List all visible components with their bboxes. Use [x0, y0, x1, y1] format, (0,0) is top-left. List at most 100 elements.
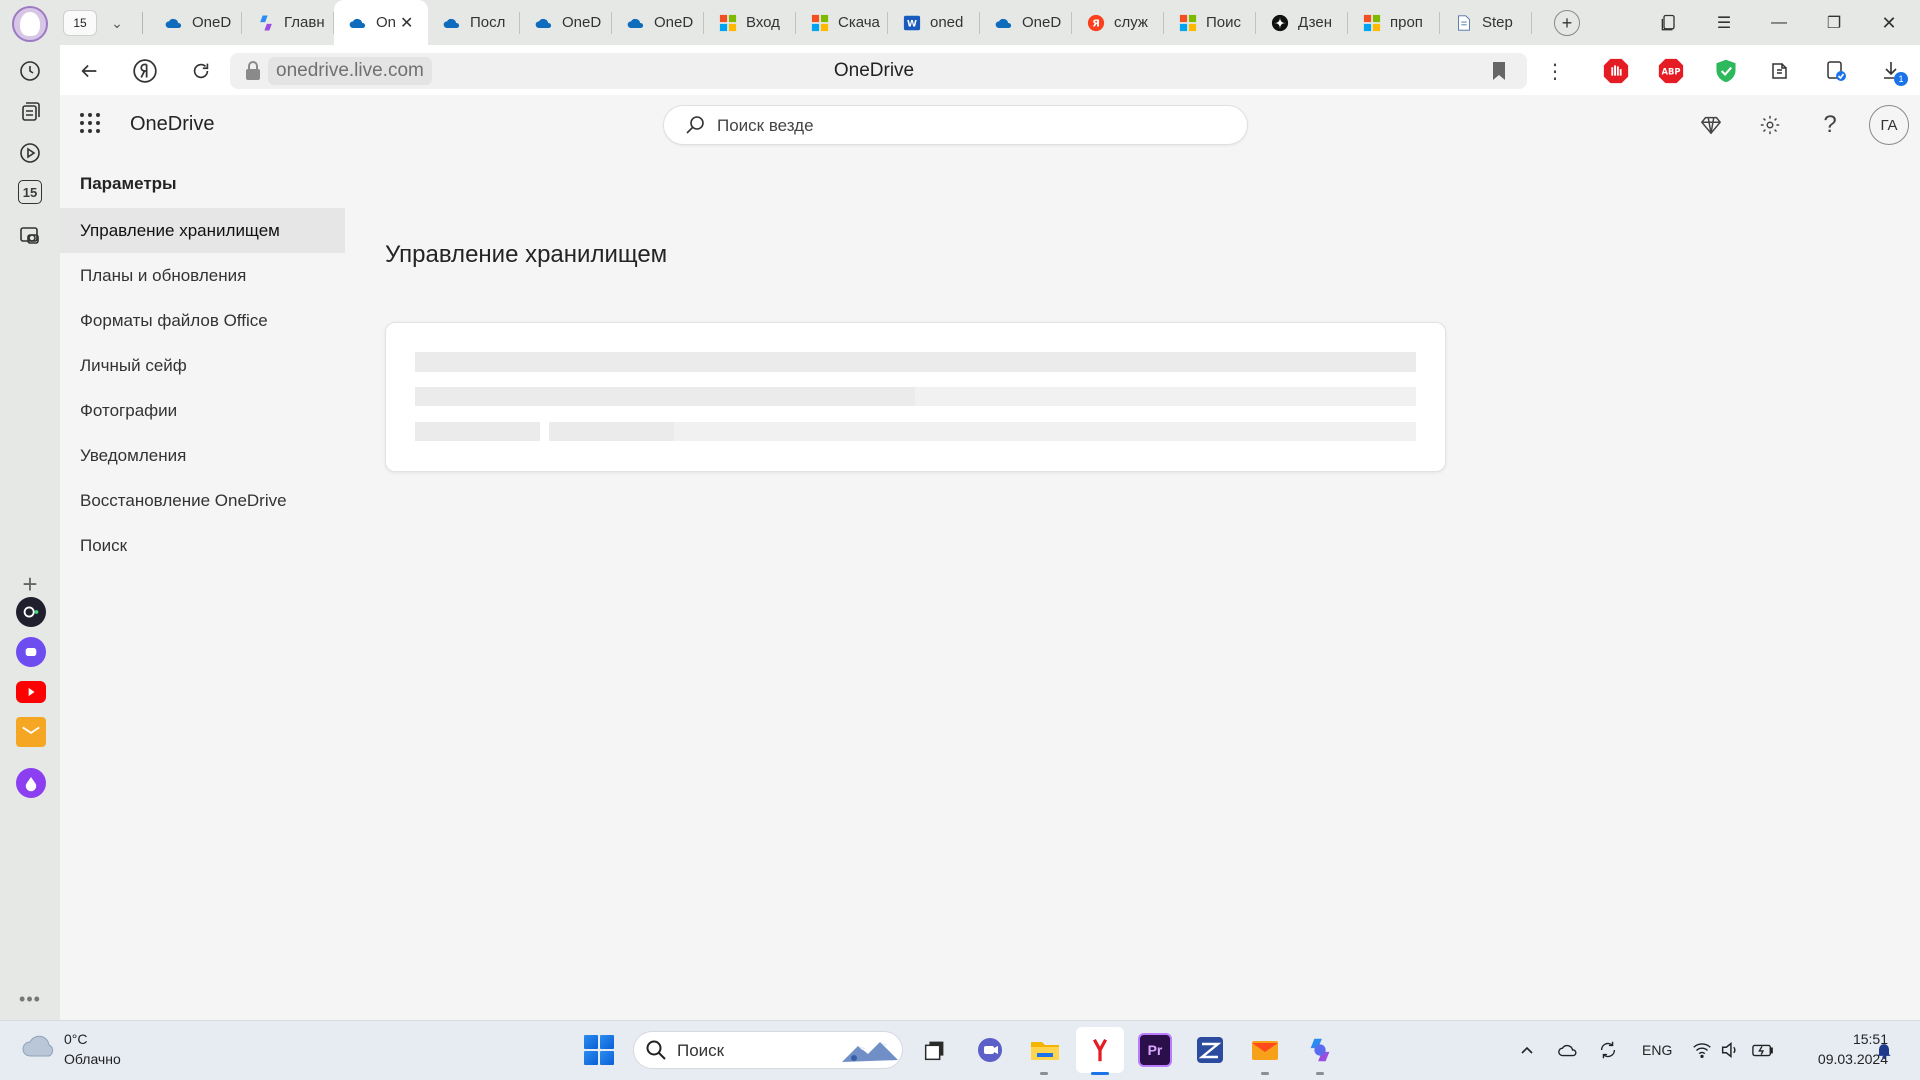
- tab-counter[interactable]: 15: [63, 10, 97, 36]
- tab-label: служ: [1114, 14, 1148, 31]
- sidebar-item[interactable]: Личный сейф: [60, 343, 345, 388]
- sync-icon[interactable]: [1596, 1038, 1620, 1062]
- tab-separator: [142, 12, 143, 34]
- premiere-pro-icon[interactable]: Pr: [1138, 1033, 1172, 1067]
- download-count-badge: 1: [1894, 72, 1908, 86]
- dzen-icon: [1270, 13, 1290, 33]
- language-indicator[interactable]: ENG: [1642, 1042, 1672, 1058]
- browser-tab[interactable]: OneD: [520, 0, 612, 45]
- notification-bell-icon[interactable]: [1872, 1038, 1896, 1062]
- shield-icon[interactable]: [1711, 56, 1741, 86]
- back-arrow-icon[interactable]: [74, 56, 104, 86]
- yandex-mail-icon[interactable]: [1248, 1033, 1282, 1067]
- close-window-icon[interactable]: ✕: [1874, 8, 1904, 38]
- sidebar-item[interactable]: Поиск: [60, 523, 345, 568]
- minimize-icon[interactable]: —: [1764, 8, 1794, 38]
- cloud-icon[interactable]: [20, 1032, 58, 1062]
- sidebar-item[interactable]: Фотографии: [60, 388, 345, 433]
- app-brand[interactable]: OneDrive: [130, 113, 214, 136]
- browser-tab[interactable]: Главн: [242, 0, 334, 45]
- downloads-icon[interactable]: 1: [1876, 56, 1908, 86]
- browser-tab[interactable]: Яслуж: [1072, 0, 1164, 45]
- browser-tab[interactable]: OneD: [612, 0, 704, 45]
- extension-icon[interactable]: [1766, 56, 1796, 86]
- new-tab-button[interactable]: +: [1554, 10, 1580, 36]
- messenger-icon[interactable]: [16, 637, 46, 667]
- word-icon: W: [902, 13, 922, 33]
- abp-icon[interactable]: ABP: [1656, 56, 1686, 86]
- teams-chat-icon[interactable]: [973, 1033, 1007, 1067]
- chevron-up-icon[interactable]: [1515, 1038, 1539, 1062]
- yandex-browser-icon[interactable]: [1076, 1027, 1124, 1073]
- onedrive-icon: [994, 13, 1014, 33]
- sidebar-item[interactable]: Планы и обновления: [60, 253, 345, 298]
- history-icon[interactable]: [16, 57, 44, 85]
- add-panel-icon[interactable]: +: [16, 569, 44, 599]
- reload-icon[interactable]: [186, 56, 216, 86]
- browser-tab[interactable]: Поис: [1164, 0, 1256, 45]
- browser-tab[interactable]: Вход: [704, 0, 796, 45]
- onedrive-tray-icon[interactable]: [1556, 1038, 1580, 1062]
- tab-strip: OneD Главн On ✕ Посл OneD OneD Вход Скача Woned On…: [150, 0, 1532, 45]
- restore-icon[interactable]: ❐: [1819, 8, 1849, 38]
- tab-label: Вход: [746, 14, 780, 31]
- weather-description[interactable]: Облачно: [64, 1051, 121, 1067]
- wifi-icon[interactable]: [1690, 1038, 1714, 1062]
- browser-tab[interactable]: проп: [1348, 0, 1440, 45]
- browser-tab[interactable]: Скача: [796, 0, 888, 45]
- app-launcher-icon[interactable]: [80, 113, 100, 133]
- svg-text:Я: Я: [1092, 18, 1100, 29]
- task-view-icon[interactable]: [918, 1033, 952, 1067]
- browser-tab[interactable]: Step: [1440, 0, 1532, 45]
- alice-assistant-icon[interactable]: [16, 768, 46, 798]
- more-icon[interactable]: •••: [16, 985, 44, 1013]
- help-icon[interactable]: ?: [1816, 111, 1844, 139]
- lock-icon[interactable]: [244, 61, 262, 81]
- battery-icon[interactable]: [1751, 1038, 1775, 1062]
- screenshot-icon[interactable]: [16, 221, 44, 249]
- play-icon[interactable]: [16, 139, 44, 167]
- yandex-home-icon[interactable]: [130, 56, 160, 86]
- tab-label: Дзен: [1298, 14, 1332, 31]
- windows-start-icon[interactable]: [584, 1035, 614, 1065]
- translate-check-icon[interactable]: [1821, 56, 1851, 86]
- sidebar-item[interactable]: Форматы файлов Office: [60, 298, 345, 343]
- microsoft-icon: [1178, 13, 1198, 33]
- collections-icon[interactable]: [16, 98, 44, 126]
- browser-tab[interactable]: On ✕: [334, 0, 428, 45]
- skeleton-line: [674, 422, 1416, 441]
- weather-temperature[interactable]: 0°C: [64, 1031, 88, 1047]
- youtube-icon[interactable]: [16, 681, 46, 703]
- close-tab-icon[interactable]: ✕: [400, 13, 413, 33]
- profile-avatar[interactable]: [12, 6, 48, 42]
- bookmark-icon[interactable]: [1488, 58, 1510, 84]
- search-placeholder: Поиск везде: [717, 116, 814, 135]
- sidebar-item[interactable]: Управление хранилищем: [60, 208, 345, 253]
- copilot-icon[interactable]: [1303, 1033, 1337, 1067]
- windows-taskbar: [0, 1020, 1920, 1080]
- calendar-icon[interactable]: 15: [18, 180, 42, 204]
- mail-icon[interactable]: [16, 717, 46, 747]
- volume-icon[interactable]: [1718, 1038, 1742, 1062]
- premium-diamond-icon[interactable]: [1697, 111, 1725, 139]
- sidebar-item[interactable]: Восстановление OneDrive: [60, 478, 345, 523]
- browser-tab[interactable]: Посл: [428, 0, 520, 45]
- avatar[interactable]: ГА: [1869, 105, 1909, 145]
- skeleton-line: [549, 422, 674, 441]
- browser-tab[interactable]: Woned: [888, 0, 980, 45]
- bookmarks-panel-icon[interactable]: [1654, 8, 1684, 38]
- file-explorer-icon[interactable]: [1028, 1033, 1062, 1067]
- more-vertical-icon[interactable]: ⋮: [1540, 56, 1570, 86]
- menu-icon[interactable]: ☰: [1709, 8, 1739, 38]
- browser-tab[interactable]: OneD: [980, 0, 1072, 45]
- sidebar-item[interactable]: Уведомления: [60, 433, 345, 478]
- browser-tab[interactable]: Дзен: [1256, 0, 1348, 45]
- browser-tab[interactable]: OneD: [150, 0, 242, 45]
- microsoft-icon: [810, 13, 830, 33]
- gear-icon[interactable]: [1756, 111, 1784, 139]
- chevron-down-icon[interactable]: ⌄: [104, 10, 130, 36]
- adblock-hand-icon[interactable]: [1601, 56, 1631, 86]
- alice-icon[interactable]: [16, 597, 46, 627]
- image-viewer-icon[interactable]: [1193, 1033, 1227, 1067]
- url-text[interactable]: onedrive.live.com: [268, 57, 432, 85]
